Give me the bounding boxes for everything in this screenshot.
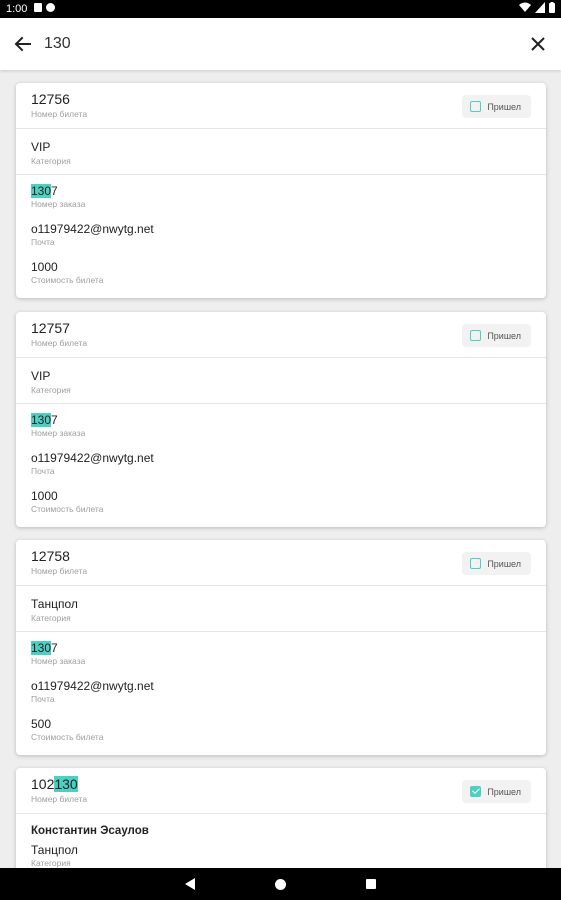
email-value: o11979422@nwytg.net — [31, 222, 154, 236]
category-value: VIP — [31, 140, 51, 154]
category-section: VIP Категория — [16, 358, 546, 404]
order-match-highlight: 130 — [31, 641, 52, 655]
email-label: Почта — [31, 466, 55, 476]
order-match-highlight: 130 — [31, 413, 52, 427]
email-value: o11979422@nwytg.net — [31, 451, 154, 465]
ticket-number-label: Номер билета — [31, 338, 88, 348]
sync-icon — [46, 3, 55, 12]
price-value: 500 — [31, 717, 52, 731]
checkbox[interactable] — [470, 558, 482, 569]
order-match-highlight: 130 — [31, 184, 52, 198]
ticket-number-section: 102130 Номер билета Пришел — [16, 768, 546, 814]
category-value: Танцпол — [31, 597, 78, 611]
system-icons — [519, 2, 555, 13]
nav-recents-icon[interactable] — [366, 879, 376, 889]
status-bar: 1:00 — [0, 0, 561, 18]
email-label: Почта — [31, 694, 55, 704]
checkbox[interactable] — [470, 101, 482, 112]
order-number-rest: 7 — [51, 641, 58, 655]
ticket-number-section: 12757 Номер билета Пришел — [16, 312, 546, 358]
price-field: 500 Стоимость билета — [16, 717, 546, 743]
notification-icons — [34, 3, 55, 12]
category-label: Категория — [31, 613, 71, 623]
nav-back-icon[interactable] — [185, 878, 195, 890]
order-number-label: Номер заказа — [31, 428, 86, 438]
ticket-number-label: Номер билета — [31, 109, 88, 119]
ticket-card: 102130 Номер билета Пришел Константин Эс… — [16, 768, 546, 868]
ticket-number-section: 12758 Номер билета Пришел — [16, 540, 546, 586]
order-field: 1307 Номер заказа — [16, 641, 546, 679]
ticket-card: 12756 Номер билета Пришел VIP Категория … — [16, 83, 546, 298]
order-number-label: Номер заказа — [31, 656, 86, 666]
order-number-rest: 7 — [51, 184, 58, 198]
checkin-toggle[interactable]: Пришел — [462, 324, 531, 347]
checkin-label: Пришел — [487, 558, 521, 569]
checkin-label: Пришел — [487, 330, 521, 341]
status-time: 1:00 — [6, 3, 28, 15]
ticket-match-highlight: 130 — [54, 776, 78, 792]
price-label: Стоимость билета — [31, 504, 104, 514]
ticket-number-label: Номер билета — [31, 794, 88, 804]
signal-icon — [535, 2, 545, 13]
email-field: o11979422@nwytg.net Почта — [16, 451, 546, 489]
wifi-icon — [519, 2, 531, 12]
close-icon[interactable] — [527, 33, 549, 55]
email-field: o11979422@nwytg.net Почта — [16, 222, 546, 260]
sd-card-icon — [34, 3, 42, 12]
email-field: o11979422@nwytg.net Почта — [16, 679, 546, 717]
price-field: 1000 Стоимость билета — [16, 489, 546, 515]
checkin-toggle[interactable]: Пришел — [462, 780, 531, 803]
checkin-toggle[interactable]: Пришел — [462, 552, 531, 575]
ticket-number: 102130 — [16, 776, 78, 792]
details-section: 1307 Номер заказа o11979422@nwytg.net По… — [16, 404, 546, 523]
ticket-number: 12757 — [31, 320, 70, 336]
category-section: VIP Категория — [16, 129, 546, 175]
ticket-number-section: 12756 Номер билета Пришел — [16, 83, 546, 129]
battery-icon — [549, 2, 555, 13]
ticket-card: 12758 Номер билета Пришел Танцпол Катего… — [16, 540, 546, 755]
order-field: 1307 Номер заказа — [16, 184, 546, 222]
details-section: 1307 Номер заказа o11979422@nwytg.net По… — [16, 175, 546, 294]
ticket-number-label: Номер билета — [31, 566, 88, 576]
ticket-number: 12756 — [31, 91, 70, 107]
search-toolbar — [0, 18, 561, 70]
category-section: Танцпол Категория — [16, 586, 546, 632]
navigation-bar — [0, 868, 561, 900]
price-label: Стоимость билета — [31, 732, 104, 742]
ticket-number-prefix: 102 — [31, 776, 55, 792]
holder-name: Константин Эсаулов — [31, 825, 149, 837]
price-label: Стоимость билета — [31, 275, 104, 285]
checkbox[interactable] — [470, 330, 482, 341]
ticket-card: 12757 Номер билета Пришел VIP Категория … — [16, 312, 546, 527]
price-value: 1000 — [31, 489, 58, 503]
email-value: o11979422@nwytg.net — [31, 679, 154, 693]
category-label: Категория — [31, 156, 71, 166]
ticket-list[interactable]: 12756 Номер билета Пришел VIP Категория … — [0, 70, 561, 868]
category-value: Танцпол — [31, 843, 78, 857]
order-field: 1307 Номер заказа — [16, 413, 546, 451]
category-label: Категория — [31, 385, 71, 395]
arrow-back-icon[interactable] — [12, 33, 34, 55]
details-section: 1307 Номер заказа o11979422@nwytg.net По… — [16, 632, 546, 751]
order-number-rest: 7 — [51, 413, 58, 427]
order-number-label: Номер заказа — [31, 199, 86, 209]
ticket-number: 12758 — [31, 548, 70, 564]
email-label: Почта — [31, 237, 55, 247]
nav-home-icon[interactable] — [275, 879, 286, 890]
price-value: 1000 — [31, 260, 58, 274]
search-input[interactable] — [44, 32, 484, 56]
checkin-label: Пришел — [487, 786, 521, 797]
price-field: 1000 Стоимость билета — [16, 260, 546, 286]
category-value: VIP — [31, 369, 51, 383]
holder-section: Константин Эсаулов Танцпол Категория — [16, 814, 546, 868]
checkin-label: Пришел — [487, 101, 521, 112]
category-label: Категория — [31, 858, 71, 868]
checkin-toggle[interactable]: Пришел — [462, 95, 531, 118]
checkbox-checked[interactable] — [470, 786, 482, 797]
